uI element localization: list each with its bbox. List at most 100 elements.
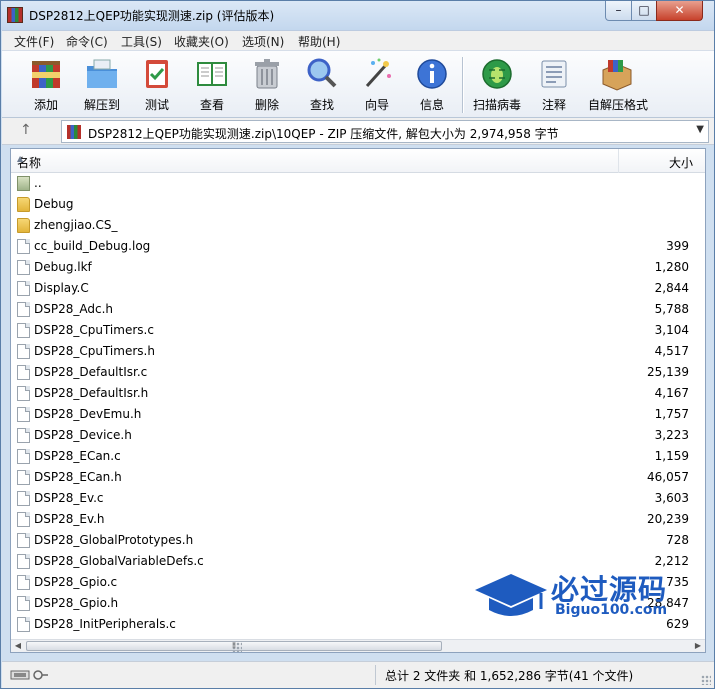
- file-row[interactable]: DSP28_DevEmu.h 1,757: [11, 404, 705, 425]
- file-size: 3,223: [654, 428, 689, 442]
- info-button[interactable]: 信息: [403, 54, 461, 116]
- title-bar[interactable]: DSP2812上QEP功能实现测速.zip (评估版本) – □ ✕: [1, 1, 714, 30]
- extract-to-button[interactable]: 解压到: [73, 54, 131, 116]
- file-row[interactable]: zhengjiao.CS_: [11, 215, 705, 236]
- file-size: 1,757: [654, 407, 689, 421]
- wizard-wand-icon: [365, 58, 391, 88]
- file-row[interactable]: cc_build_Debug.log 399: [11, 236, 705, 257]
- scan-virus-label: 扫描病毒: [472, 98, 521, 112]
- folder-icon: [17, 197, 30, 212]
- file-row[interactable]: DSP28_ECan.h 46,057: [11, 467, 705, 488]
- file-row[interactable]: ..: [11, 173, 705, 194]
- file-row[interactable]: DSP28_DefaultIsr.h 4,167: [11, 383, 705, 404]
- add-button[interactable]: 添加: [17, 54, 75, 116]
- comment-button[interactable]: 注释: [525, 54, 583, 116]
- file-row[interactable]: Display.C 2,844: [11, 278, 705, 299]
- resize-grip[interactable]: [701, 675, 711, 685]
- magnifier-icon: [307, 58, 337, 88]
- status-bar: 总计 2 文件夹 和 1,652,286 字节(41 个文件): [2, 661, 714, 688]
- menu-command[interactable]: 命令(C): [66, 33, 108, 50]
- file-row[interactable]: DSP28_Gpio.h 28,847: [11, 593, 705, 614]
- minimize-button[interactable]: –: [605, 1, 632, 21]
- find-button[interactable]: 查找: [293, 54, 351, 116]
- file-row[interactable]: DSP28_DefaultIsr.c 25,139: [11, 362, 705, 383]
- file-row[interactable]: Debug.lkf 1,280: [11, 257, 705, 278]
- path-field[interactable]: DSP2812上QEP功能实现测速.zip\10QEP - ZIP 压缩文件, …: [61, 120, 709, 143]
- toolbar-separator: [462, 57, 464, 113]
- scan-virus-button[interactable]: 扫描病毒: [468, 54, 526, 116]
- menu-file[interactable]: 文件(F): [14, 33, 54, 50]
- maximize-button[interactable]: □: [631, 1, 657, 21]
- file-size: 1,280: [654, 260, 689, 274]
- toolbar: 添加 解压到 测试 查看 删除 查找 向导 信息 扫描病毒 注释 自解压格式: [2, 50, 714, 118]
- extract-folder-icon: [87, 59, 117, 88]
- file-row[interactable]: DSP28_InitPeripherals.c 629: [11, 614, 705, 635]
- file-icon: [17, 344, 30, 359]
- sfx-label: 自解压格式: [588, 98, 649, 112]
- view-label: 查看: [199, 98, 224, 112]
- column-name[interactable]: 名称 ▲: [11, 149, 619, 173]
- add-label: 添加: [33, 98, 58, 112]
- file-icon: [17, 617, 30, 632]
- delete-button[interactable]: 删除: [238, 54, 296, 116]
- close-button[interactable]: ✕: [656, 1, 703, 21]
- file-icon: [17, 470, 30, 485]
- sfx-button[interactable]: 自解压格式: [588, 54, 649, 116]
- file-name: DSP28_DefaultIsr.c: [34, 365, 148, 379]
- drive-key-icon[interactable]: [10, 669, 50, 681]
- file-name: cc_build_Debug.log: [34, 239, 151, 253]
- file-row[interactable]: DSP28_Ev.c 3,603: [11, 488, 705, 509]
- view-button[interactable]: 查看: [183, 54, 241, 116]
- scroll-right-icon[interactable]: ▶: [691, 640, 705, 652]
- address-bar: ↑ DSP2812上QEP功能实现测速.zip\10QEP - ZIP 压缩文件…: [2, 118, 714, 145]
- menu-favorites[interactable]: 收藏夹(O): [174, 33, 229, 50]
- chevron-down-icon[interactable]: ▼: [696, 124, 704, 135]
- file-name: DSP28_Gpio.h: [34, 596, 119, 610]
- scroll-left-icon[interactable]: ◀: [11, 640, 25, 652]
- menu-options[interactable]: 选项(N): [242, 33, 284, 50]
- file-size: 20,239: [647, 512, 689, 526]
- find-label: 查找: [309, 98, 334, 112]
- wizard-label: 向导: [364, 98, 389, 112]
- file-icon: [17, 596, 30, 611]
- column-size[interactable]: 大小: [619, 149, 705, 173]
- test-button[interactable]: 测试: [128, 54, 186, 116]
- file-row[interactable]: DSP28_GlobalPrototypes.h 728: [11, 530, 705, 551]
- file-size: 629: [666, 617, 689, 631]
- file-row[interactable]: DSP28_Ev.h 20,239: [11, 509, 705, 530]
- file-row[interactable]: DSP28_GlobalVariableDefs.c 2,212: [11, 551, 705, 572]
- file-icon: [17, 533, 30, 548]
- file-row[interactable]: DSP28_Device.h 3,223: [11, 425, 705, 446]
- file-size: 2,844: [654, 281, 689, 295]
- file-row[interactable]: DSP28_Adc.h 5,788: [11, 299, 705, 320]
- horizontal-scrollbar[interactable]: ◀ ||| ▶: [11, 639, 705, 652]
- file-size: 28,847: [647, 596, 689, 610]
- file-row[interactable]: DSP28_Gpio.c 735: [11, 572, 705, 593]
- comment-icon: [541, 60, 567, 88]
- file-size: 3,603: [654, 491, 689, 505]
- file-name: DSP28_GlobalVariableDefs.c: [34, 554, 204, 568]
- up-folder-icon[interactable]: ↑: [20, 122, 32, 138]
- file-icon: [17, 575, 30, 590]
- menu-tools[interactable]: 工具(S): [121, 33, 162, 50]
- sfx-box-icon: [602, 60, 632, 91]
- file-row[interactable]: DSP28_CpuTimers.h 4,517: [11, 341, 705, 362]
- file-row[interactable]: DSP28_ECan.c 1,159: [11, 446, 705, 467]
- file-size: 46,057: [647, 470, 689, 484]
- file-icon: [17, 281, 30, 296]
- file-name: DSP28_InitPeripherals.c: [34, 617, 176, 631]
- file-icon: [17, 512, 30, 527]
- winrar-window: DSP2812上QEP功能实现测速.zip (评估版本) – □ ✕ 文件(F)…: [0, 0, 715, 689]
- file-icon: [17, 365, 30, 380]
- file-name: DSP28_ECan.c: [34, 449, 121, 463]
- file-row[interactable]: Debug: [11, 194, 705, 215]
- menu-help[interactable]: 帮助(H): [298, 33, 340, 50]
- scroll-thumb[interactable]: |||: [26, 641, 442, 652]
- wizard-button[interactable]: 向导: [348, 54, 406, 116]
- file-icon: [17, 260, 30, 275]
- file-name: DSP28_Device.h: [34, 428, 132, 442]
- parent-folder-icon: [17, 176, 30, 191]
- test-clipboard-icon: [146, 60, 168, 88]
- winrar-app-icon: [7, 7, 23, 23]
- file-row[interactable]: DSP28_CpuTimers.c 3,104: [11, 320, 705, 341]
